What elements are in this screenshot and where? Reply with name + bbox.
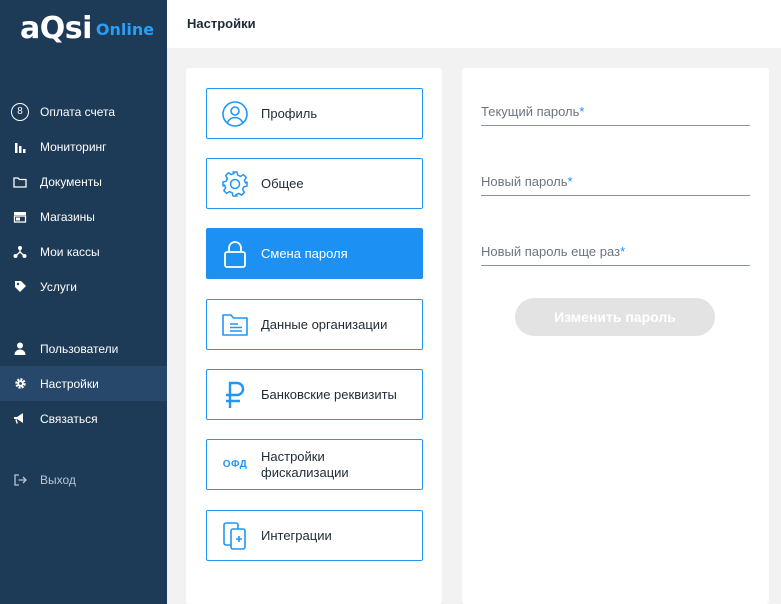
settings-menu-panel: Профиль Общее Смена пароля Данные органи… [186, 68, 442, 604]
settings-menu-label: Профиль [261, 105, 318, 121]
sidebar-item-label: Мониторинг [40, 139, 107, 154]
settings-menu-organization[interactable]: Данные организации [206, 299, 423, 350]
integration-icon [221, 521, 249, 550]
sidebar-item-label: Оплата счета [40, 104, 116, 119]
sidebar-item-contact[interactable]: Связаться [0, 401, 167, 436]
settings-menu-fiscalization[interactable]: ОФД Настройки фискализации [206, 439, 423, 490]
logo[interactable]: aQsi Online [20, 10, 154, 46]
current-password-input[interactable] [481, 96, 750, 125]
settings-menu-label: Интеграции [261, 527, 332, 543]
sidebar-item-label: Мои кассы [40, 244, 100, 259]
sidebar-item-label: Выход [40, 472, 76, 487]
new-password-field[interactable]: Новый пароль* [481, 166, 750, 196]
bar-chart-icon [11, 138, 29, 156]
logo-brand: aQsi [20, 10, 92, 46]
repeat-password-input[interactable] [481, 236, 750, 265]
megaphone-icon [11, 410, 29, 428]
logout-icon [11, 471, 29, 489]
change-password-button[interactable]: Изменить пароль [515, 298, 715, 336]
sidebar-item-logout[interactable]: Выход [0, 462, 167, 497]
sidebar-item-stores[interactable]: Магазины [0, 199, 167, 234]
repeat-password-field[interactable]: Новый пароль еще раз* [481, 236, 750, 266]
sidebar-item-label: Услуги [40, 279, 77, 294]
gear-icon [221, 170, 249, 198]
gear-icon [11, 375, 29, 393]
sidebar-item-label: Пользователи [40, 341, 119, 356]
sidebar-item-payment[interactable]: 8 Оплата счета [0, 94, 167, 129]
settings-menu-label: Банковские реквизиты [261, 386, 397, 402]
page-title: Настройки [187, 16, 256, 31]
sidebar-item-label: Магазины [40, 209, 95, 224]
new-password-input[interactable] [481, 166, 750, 195]
sidebar-item-monitoring[interactable]: Мониторинг [0, 129, 167, 164]
settings-menu-bank-details[interactable]: Банковские реквизиты [206, 369, 423, 420]
sidebar-item-settings[interactable]: Настройки [0, 366, 167, 401]
current-password-field[interactable]: Текущий пароль* [481, 96, 750, 126]
sidebar-item-label: Связаться [40, 411, 98, 426]
folder-icon [11, 173, 29, 191]
ofd-icon-text: ОФД [222, 459, 248, 470]
ruble-icon [221, 381, 249, 409]
ofd-icon: ОФД [221, 451, 249, 479]
profile-icon [221, 100, 249, 128]
sidebar: aQsi Online 8 Оплата счета Мониторинг До… [0, 0, 167, 604]
header: Настройки [167, 0, 781, 48]
settings-menu-profile[interactable]: Профиль [206, 88, 423, 139]
sidebar-item-services[interactable]: Услуги [0, 269, 167, 304]
sidebar-item-label: Настройки [40, 376, 99, 391]
store-icon [11, 208, 29, 226]
sidebar-item-documents[interactable]: Документы [0, 164, 167, 199]
settings-menu-integrations[interactable]: Интеграции [206, 510, 423, 561]
logo-accent: Online [95, 19, 155, 39]
settings-menu-label: Настройки фискализации [261, 448, 349, 480]
settings-menu-label: Смена пароля [261, 245, 348, 261]
sidebar-item-users[interactable]: Пользователи [0, 331, 167, 366]
user-icon [11, 340, 29, 358]
password-form-panel: Текущий пароль* Новый пароль* Новый паро… [462, 68, 769, 604]
settings-menu-label: Данные организации [261, 316, 388, 332]
settings-menu-general[interactable]: Общее [206, 158, 423, 209]
sidebar-item-registers[interactable]: Мои кассы [0, 234, 167, 269]
settings-menu-change-password[interactable]: Смена пароля [206, 228, 423, 279]
folder-document-icon [221, 311, 249, 339]
tag-icon [11, 278, 29, 296]
counter-badge: 8 [11, 102, 29, 121]
settings-menu-label: Общее [261, 175, 304, 191]
sidebar-item-label: Документы [40, 174, 102, 189]
lock-icon [221, 240, 249, 268]
network-icon [11, 243, 29, 261]
counter-badge-icon: 8 [11, 102, 29, 121]
